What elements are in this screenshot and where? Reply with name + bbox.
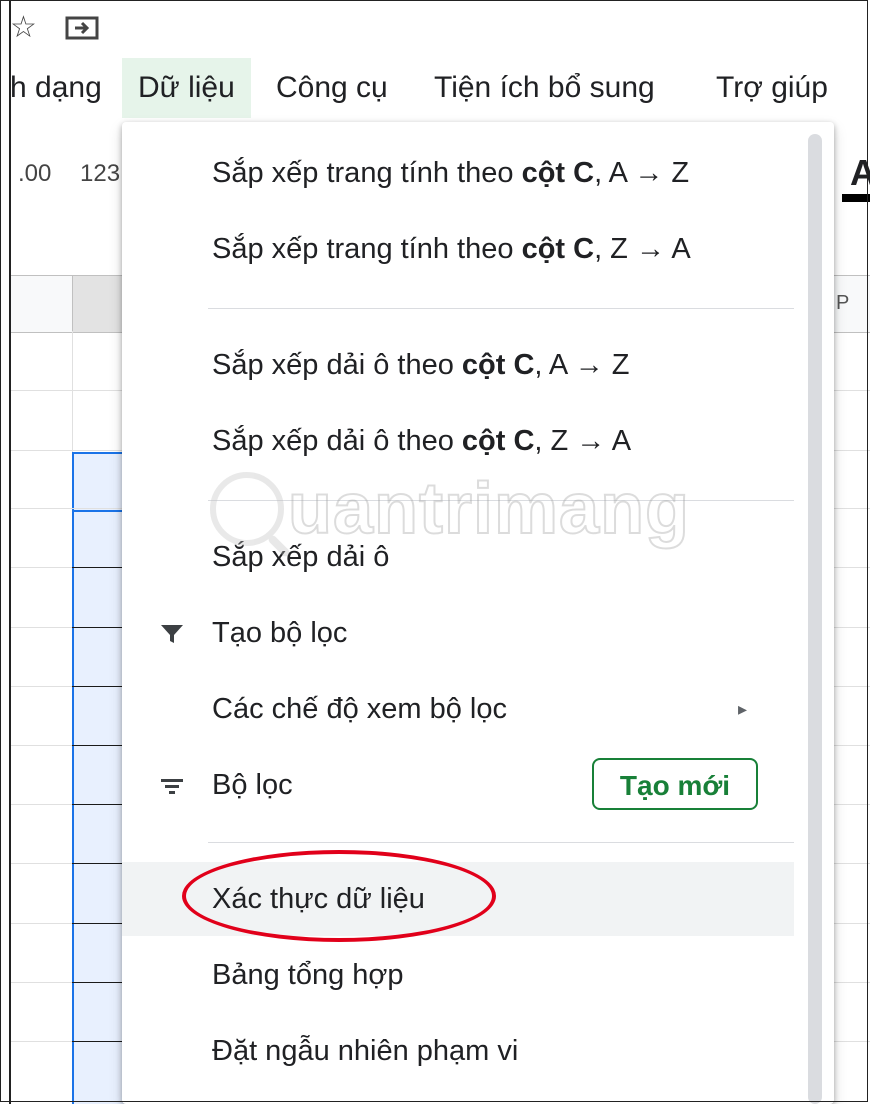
label-suffix: , Z → A [594,233,691,265]
increase-decimal-button[interactable]: .00 [18,160,51,188]
label-bold: cột C [521,157,595,189]
filter-views[interactable]: Các chế độ xem bộ lọc ▸ [122,672,794,746]
menu-help[interactable]: Trợ giúp [716,58,828,118]
menu-item-label: Bộ lọc [212,769,293,801]
label-bold: cột C [521,233,595,265]
label-suffix: , A → Z [594,157,690,189]
menu-format[interactable]: h dạng [10,58,102,118]
sort-range-z-a[interactable]: Sắp xếp dải ô theo cột C, Z → A [122,404,794,478]
label-prefix: Sắp xếp trang tính theo [212,233,522,265]
filter-icon [161,625,183,643]
menu-item-label: Các chế độ xem bộ lọc [212,693,507,725]
label-prefix: Sắp xếp dải ô theo [212,425,462,457]
randomize-range[interactable]: Đặt ngẫu nhiên phạm vi [122,1014,794,1088]
sort-range[interactable]: Sắp xếp dải ô [122,520,794,594]
label-bold: cột C [461,425,535,457]
submenu-arrow-icon: ▸ [738,699,748,719]
text-color-indicator [842,194,870,202]
menu-item-label: Sắp xếp trang tính theo cột C, Z → A [212,212,691,286]
column-header-label[interactable]: P [836,292,849,315]
left-border [0,0,11,1104]
highlight-ellipse [182,850,496,942]
filter-row[interactable]: Bộ lọc Tạo mới [122,748,794,822]
menu-tools[interactable]: Công cụ [276,58,388,118]
menu-bar: h dạng Dữ liệu Công cụ Tiện ích bổ sung … [0,58,870,118]
menu-addons[interactable]: Tiện ích bổ sung [434,58,655,118]
title-icons: ☆ [10,8,99,48]
dropdown-scrollbar[interactable] [808,134,822,1104]
sort-sheet-z-a[interactable]: Sắp xếp trang tính theo cột C, Z → A [122,212,794,286]
menu-item-label: Tạo bộ lọc [212,617,348,649]
label-bold: cột C [461,349,535,381]
data-menu-dropdown: Sắp xếp trang tính theo cột C, A → Z Sắp… [122,122,834,1104]
create-filter[interactable]: Tạo bộ lọc [122,596,794,670]
sort-sheet-a-z[interactable]: Sắp xếp trang tính theo cột C, A → Z [122,136,794,210]
menu-item-label: Sắp xếp dải ô [212,541,390,573]
filter-list-icon [161,779,183,794]
menu-item-label: Sắp xếp trang tính theo cột C, A → Z [212,136,689,210]
star-icon[interactable]: ☆ [10,13,37,43]
label-suffix: , Z → A [534,425,632,457]
menu-data[interactable]: Dữ liệu [122,58,251,118]
menu-item-label: Sắp xếp dải ô theo cột C, A → Z [212,328,630,402]
pivot-table[interactable]: Bảng tổng hợp [122,938,794,1012]
label-suffix: , A → Z [534,349,630,381]
create-new-button[interactable]: Tạo mới [592,758,758,810]
move-to-folder-icon[interactable] [65,16,99,40]
menu-item-label: Sắp xếp dải ô theo cột C, Z → A [212,404,631,478]
label-prefix: Sắp xếp dải ô theo [212,349,462,381]
menu-item-label: Bảng tổng hợp [212,959,404,991]
menu-separator [208,500,794,501]
text-color-button[interactable]: A [850,152,870,194]
menu-separator [208,842,794,843]
label-prefix: Sắp xếp trang tính theo [212,157,522,189]
number-format-button[interactable]: 123 [80,160,120,188]
sort-range-a-z[interactable]: Sắp xếp dải ô theo cột C, A → Z [122,328,794,402]
menu-separator [208,308,794,309]
menu-item-label: Đặt ngẫu nhiên phạm vi [212,1035,519,1067]
